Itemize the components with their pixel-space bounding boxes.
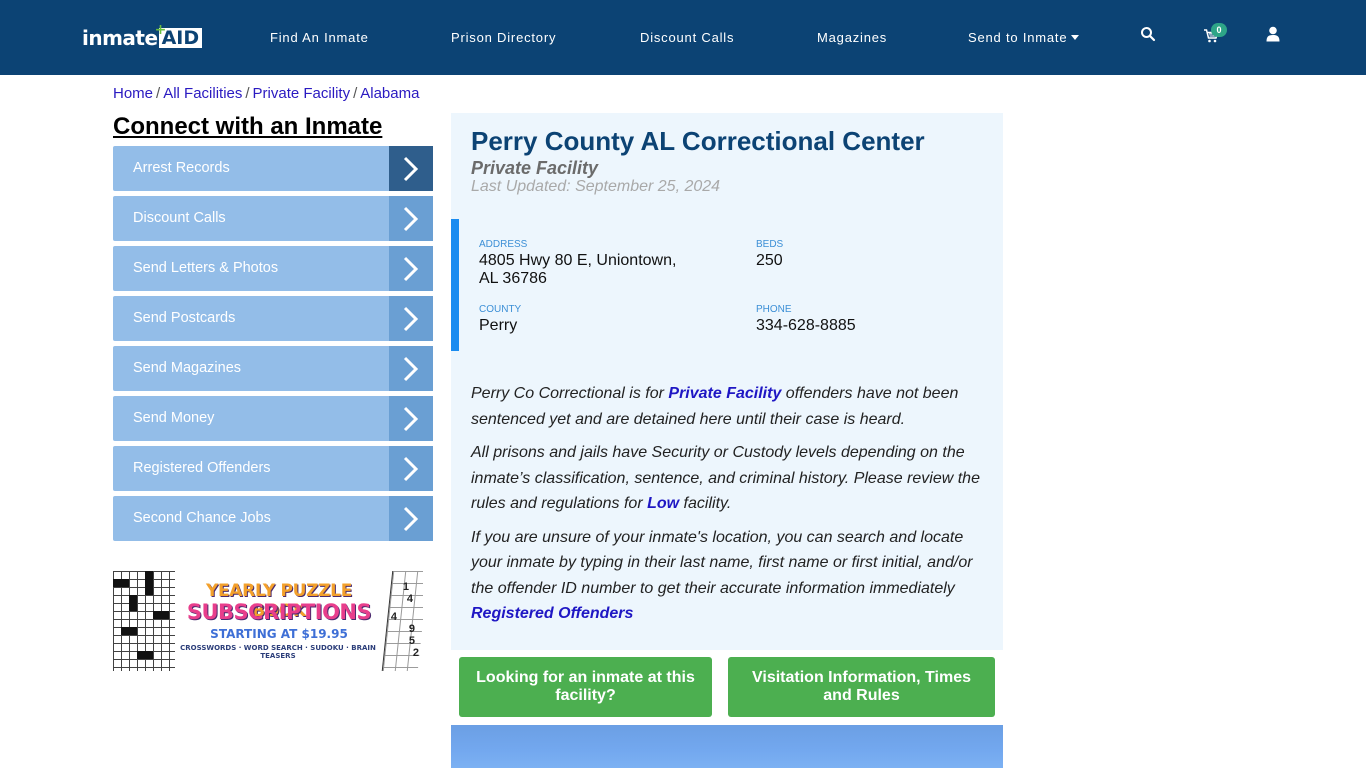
plus-icon: +	[154, 22, 167, 38]
facility-photo	[451, 725, 1003, 768]
chevron-right-icon	[389, 196, 433, 241]
chevron-right-icon	[389, 396, 433, 441]
ad-categories: CROSSWORDS · WORD SEARCH · SUDOKU · BRAI…	[180, 644, 376, 660]
sudoku-number: 9	[408, 623, 415, 635]
visitation-info-button[interactable]: Visitation Information, Times and Rules	[728, 657, 995, 717]
sudoku-number: 4	[406, 593, 413, 605]
breadcrumb-separator: /	[245, 85, 250, 102]
facility-info-box: ADDRESS 4805 Hwy 80 E, Uniontown, AL 367…	[451, 219, 1003, 351]
ad-subheadline: SUBSCRIPTIONS	[186, 600, 372, 624]
address-label: ADDRESS	[479, 239, 528, 250]
beds-label: BEDS	[756, 239, 784, 250]
address-line1: 4805 Hwy 80 E, Uniontown,	[479, 252, 677, 269]
sidebar-item-label: Send Money	[133, 410, 215, 426]
sidebar-item-arrest-records[interactable]: Arrest Records	[113, 146, 433, 191]
description-text: facility.	[679, 495, 732, 512]
phone-label: PHONE	[756, 304, 792, 315]
breadcrumb-separator: /	[156, 85, 161, 102]
connect-title[interactable]: Connect with an Inmate	[113, 113, 382, 141]
sidebar-item-label: Send Letters & Photos	[133, 260, 279, 276]
logo-text: inmate	[82, 26, 158, 50]
nav-find-an-inmate[interactable]: Find An Inmate	[270, 30, 369, 45]
sudoku-number: 4	[390, 611, 397, 623]
inmateaid-logo[interactable]: inmate + AID	[82, 22, 203, 50]
find-inmate-at-facility-button[interactable]: Looking for an inmate at this facility?	[459, 657, 712, 717]
sidebar-item-send-letters-photos[interactable]: Send Letters & Photos	[113, 246, 433, 291]
county-value: Perry	[479, 317, 518, 334]
phone-value[interactable]: 334-628-8885	[756, 317, 856, 335]
logo-accent: + AID	[155, 22, 203, 49]
breadcrumb-all-facilities[interactable]: All Facilities	[163, 85, 242, 102]
sidebar-item-label: Discount Calls	[133, 210, 226, 226]
sidebar-item-label: Arrest Records	[133, 160, 230, 176]
sudoku-number: 5	[408, 635, 415, 647]
chevron-right-icon	[389, 296, 433, 341]
description-text: If you are unsure of your inmate's locat…	[471, 528, 973, 597]
chevron-right-icon	[389, 146, 433, 191]
description-paragraph: Perry Co Correctional is for Private Fac…	[471, 381, 991, 432]
crossword-block	[121, 627, 137, 635]
search-icon[interactable]	[1140, 26, 1160, 46]
crossword-block	[145, 571, 153, 595]
sudoku-number: 1	[402, 581, 409, 593]
breadcrumb-home[interactable]: Home	[113, 85, 153, 102]
registered-offenders-link[interactable]: Registered Offenders	[471, 605, 633, 622]
logo-accent-text: AID	[161, 27, 200, 49]
sidebar-item-registered-offenders[interactable]: Registered Offenders	[113, 446, 433, 491]
facility-card: Perry County AL Correctional Center Priv…	[451, 113, 1003, 650]
sidebar-item-discount-calls[interactable]: Discount Calls	[113, 196, 433, 241]
chevron-right-icon	[389, 246, 433, 291]
crossword-block	[153, 611, 169, 619]
nav-magazines[interactable]: Magazines	[817, 30, 887, 45]
ad-price: STARTING AT $19.95	[210, 627, 348, 641]
facility-title: Perry County AL Correctional Center	[471, 126, 925, 156]
low-security-link[interactable]: Low	[647, 495, 679, 512]
sudoku-number: 2	[412, 647, 419, 659]
sidebar-item-second-chance-jobs[interactable]: Second Chance Jobs	[113, 496, 433, 541]
sidebar-item-send-magazines[interactable]: Send Magazines	[113, 346, 433, 391]
beds-value: 250	[756, 252, 783, 269]
description-paragraph: All prisons and jails have Security or C…	[471, 440, 991, 517]
chevron-right-icon	[389, 346, 433, 391]
address-line2: AL 36786	[479, 270, 547, 287]
sidebar-item-label: Second Chance Jobs	[133, 510, 271, 526]
puzzle-book-ad-banner[interactable]: 1 4 4 9 5 2 YEARLY PUZZLE BOOK SUBSCRIPT…	[113, 571, 423, 671]
sidebar-item-label: Registered Offenders	[133, 460, 271, 476]
chevron-right-icon	[389, 446, 433, 491]
nav-send-to-inmate[interactable]: Send to Inmate	[968, 30, 1080, 45]
nav-prison-directory[interactable]: Prison Directory	[451, 30, 556, 45]
chevron-right-icon	[389, 496, 433, 541]
sidebar-item-label: Send Postcards	[133, 310, 236, 326]
nav-send-to-inmate-label: Send to Inmate	[968, 30, 1068, 45]
crossword-block	[137, 651, 153, 659]
sidebar-item-send-postcards[interactable]: Send Postcards	[113, 296, 433, 341]
last-updated: Last Updated: September 25, 2024	[471, 178, 721, 195]
nav-discount-calls[interactable]: Discount Calls	[640, 30, 734, 45]
sidebar-menu: Arrest Records Discount Calls Send Lette…	[113, 146, 433, 546]
user-icon[interactable]	[1266, 26, 1286, 46]
crossword-block	[129, 595, 137, 611]
caret-down-icon	[1071, 35, 1080, 40]
county-label: COUNTY	[479, 304, 522, 315]
sidebar-item-send-money[interactable]: Send Money	[113, 396, 433, 441]
breadcrumb-separator: /	[353, 85, 358, 102]
sidebar-item-label: Send Magazines	[133, 360, 242, 376]
breadcrumb-alabama[interactable]: Alabama	[360, 85, 419, 102]
description-paragraph: If you are unsure of your inmate's locat…	[471, 525, 991, 627]
crossword-block	[113, 579, 129, 587]
breadcrumb-private-facility[interactable]: Private Facility	[253, 85, 351, 102]
facility-type: Private Facility	[471, 158, 599, 178]
description-text: Perry Co Correctional is for	[471, 385, 669, 402]
facility-description: Perry Co Correctional is for Private Fac…	[471, 381, 991, 635]
site-header: inmate + AID Find An Inmate Prison Direct…	[0, 0, 1366, 75]
breadcrumb: Home / All Facilities / Private Facility / Ala…	[113, 85, 419, 102]
private-facility-link[interactable]: Private Facility	[668, 385, 781, 402]
cart-count-badge: 0	[1211, 23, 1227, 37]
